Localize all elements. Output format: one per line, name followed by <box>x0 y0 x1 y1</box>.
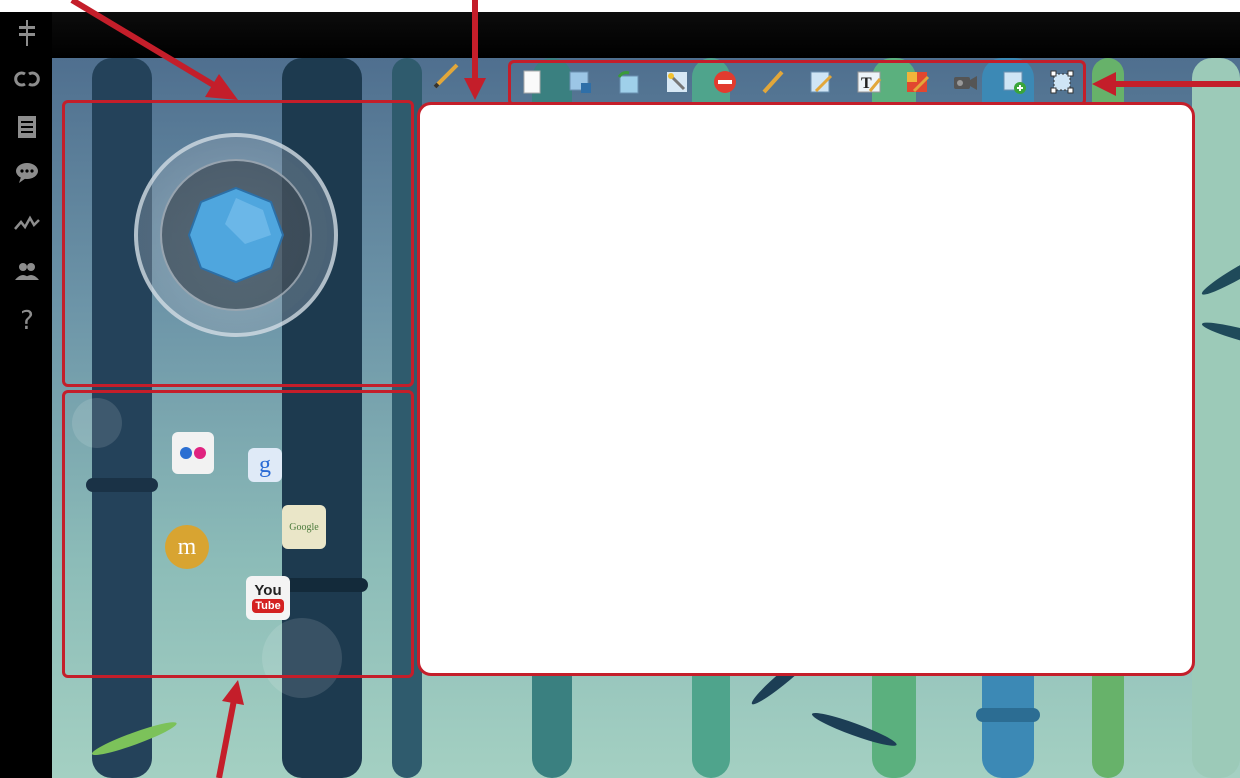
arrowhead-canvas <box>464 78 486 100</box>
annotation-arrows <box>70 0 1240 778</box>
arrowhead-toolbar <box>1092 72 1116 96</box>
arrow-to-camera-panel <box>70 0 224 93</box>
arrowhead-camera-panel <box>205 74 238 100</box>
arrowhead-apps-panel <box>222 680 244 705</box>
arrow-to-apps-panel <box>216 699 237 778</box>
